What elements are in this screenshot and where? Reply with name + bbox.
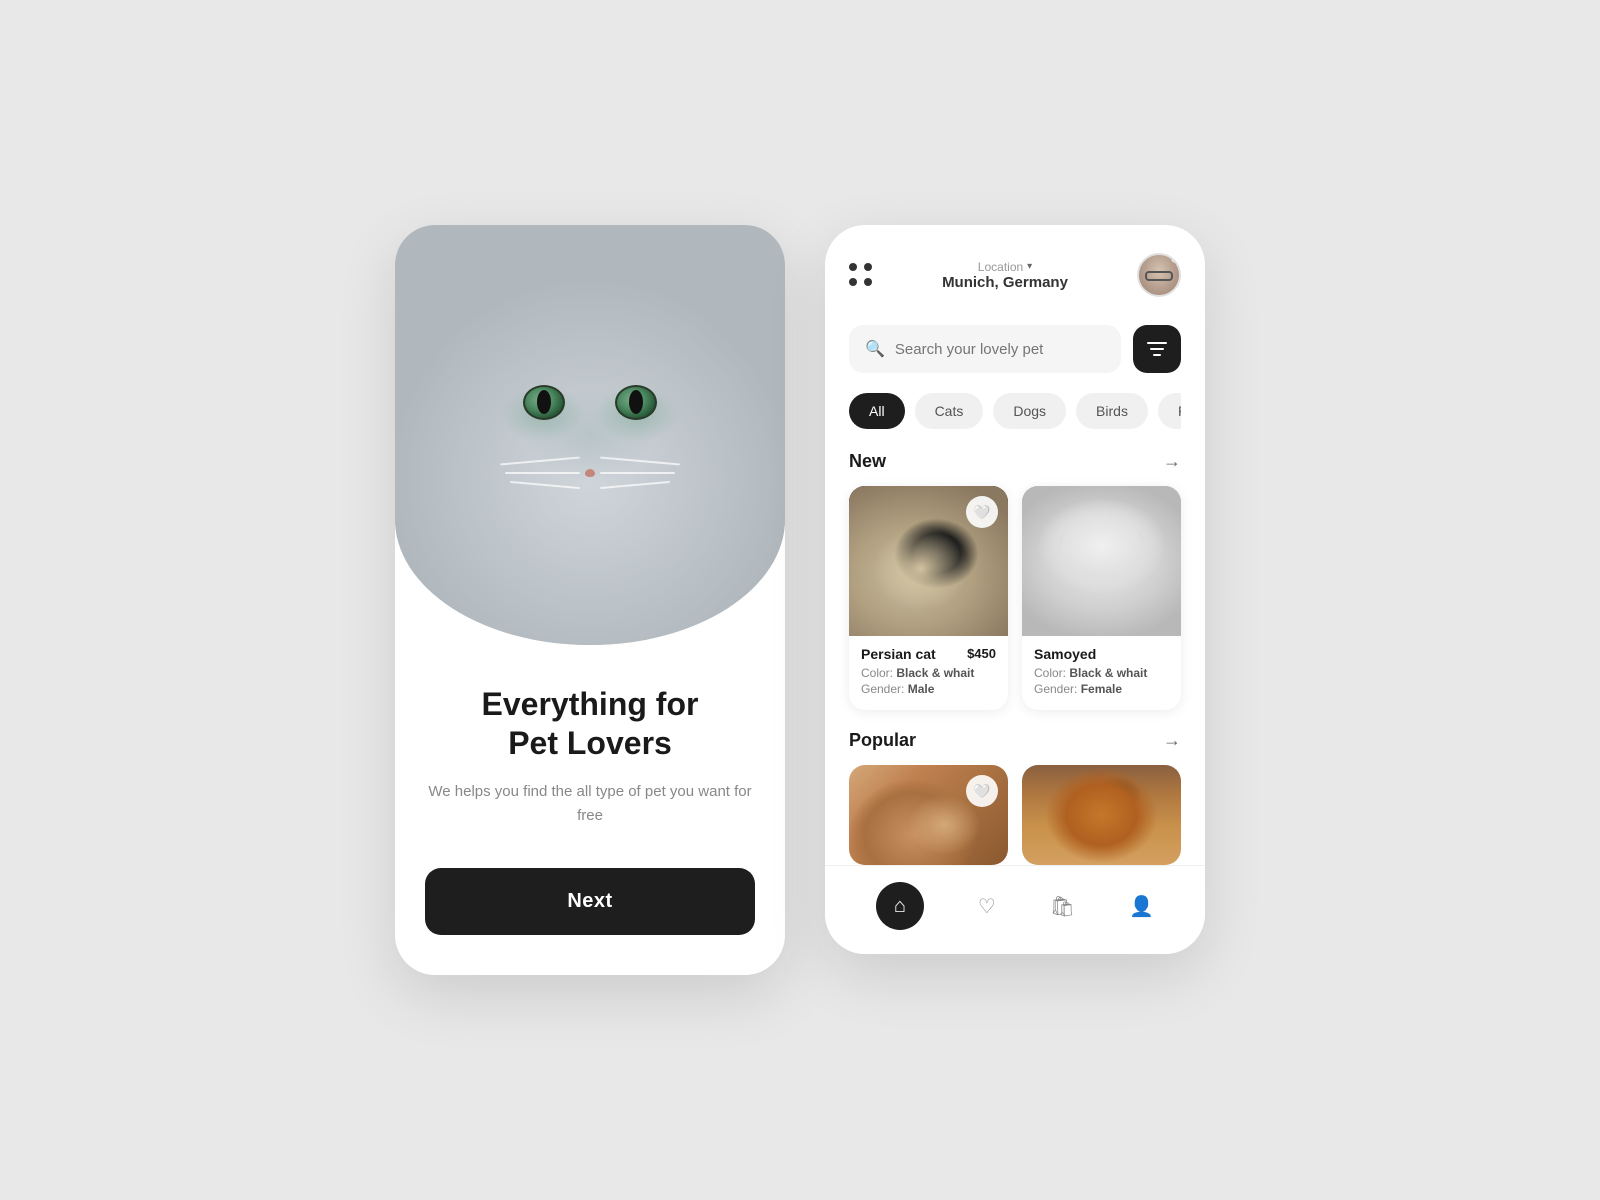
nav-profile[interactable]: 👤	[1129, 894, 1154, 919]
whisker-left-2	[505, 472, 580, 474]
cat-left-eye	[523, 385, 565, 420]
tab-rabbits[interactable]: Rab	[1158, 393, 1181, 429]
popular-cat2-bg	[1022, 765, 1181, 865]
filter-icon	[1147, 342, 1167, 356]
main-title: Everything for Pet Lovers	[425, 685, 755, 762]
popular-section-header: Popular →	[849, 730, 1181, 751]
tab-dogs[interactable]: Dogs	[993, 393, 1066, 429]
popular-pets-grid: 🤍	[849, 765, 1181, 865]
samoyed-name: Samoyed	[1034, 646, 1096, 662]
location-city: Munich, Germany	[873, 274, 1137, 291]
filter-line-1	[1147, 342, 1167, 344]
location-area[interactable]: Location ▾ Munich, Germany	[873, 260, 1137, 291]
menu-dots-button[interactable]	[849, 263, 873, 287]
popular-section-arrow[interactable]: →	[1163, 730, 1181, 751]
samoyed-gender: Gender: Female	[1034, 682, 1169, 696]
samoyed-top-row: Samoyed	[1034, 646, 1169, 662]
popular-pet-card-2	[1022, 765, 1181, 865]
tab-all[interactable]: All	[849, 393, 905, 429]
nav-home[interactable]: ⌂	[876, 882, 924, 930]
filter-button[interactable]	[1133, 325, 1181, 373]
main-screen-content: Location ▾ Munich, Germany 🔍	[825, 225, 1205, 865]
popular-pet-1-heart-button[interactable]: 🤍	[966, 775, 998, 807]
chevron-down-icon: ▾	[1027, 261, 1032, 272]
dot-1	[849, 263, 857, 271]
person-icon: 👤	[1129, 894, 1154, 919]
popular-section-title: Popular	[849, 730, 916, 751]
main-screen: Location ▾ Munich, Germany 🔍	[825, 225, 1205, 954]
popular-pet-card-1: 🤍	[849, 765, 1008, 865]
persian-cat-heart-button[interactable]: 🤍	[966, 496, 998, 528]
onboarding-subtitle: We helps you find the all type of pet yo…	[425, 780, 755, 828]
tab-cats[interactable]: Cats	[915, 393, 984, 429]
new-section-arrow[interactable]: →	[1163, 451, 1181, 472]
home-icon: ⌂	[894, 895, 906, 918]
pet-card-persian: 🤍 Persian cat $450 Color: Black & whait …	[849, 486, 1008, 710]
persian-cat-color: Color: Black & whait	[861, 666, 996, 680]
dot-3	[849, 278, 857, 286]
whisker-right-2	[600, 472, 675, 474]
home-icon-bg: ⌂	[876, 882, 924, 930]
samoyed-image	[1022, 486, 1181, 636]
cat-face	[395, 225, 785, 645]
app-container: Everything for Pet Lovers We helps you f…	[335, 165, 1265, 1035]
bottom-navigation: ⌂ ♡ 🛍 👤	[825, 865, 1205, 954]
search-bar: 🔍	[849, 325, 1181, 373]
persian-cat-name: Persian cat	[861, 646, 936, 662]
search-input-wrapper[interactable]: 🔍	[849, 325, 1121, 373]
next-button[interactable]: Next	[425, 868, 755, 935]
persian-cat-image: 🤍	[849, 486, 1008, 636]
category-tabs: All Cats Dogs Birds Rab	[849, 393, 1181, 429]
filter-line-3	[1153, 354, 1161, 356]
new-pets-grid: 🤍 Persian cat $450 Color: Black & whait …	[849, 486, 1181, 710]
samoyed-color: Color: Black & whait	[1034, 666, 1169, 680]
filter-line-2	[1150, 348, 1164, 350]
onboarding-screen: Everything for Pet Lovers We helps you f…	[395, 225, 785, 975]
pet-card-samoyed: Samoyed Color: Black & whait Gender: Fem…	[1022, 486, 1181, 710]
new-section-header: New →	[849, 451, 1181, 472]
search-icon: 🔍	[865, 339, 885, 359]
persian-cat-info: Persian cat $450 Color: Black & whait Ge…	[849, 636, 1008, 710]
bag-icon: 🛍	[1050, 894, 1075, 919]
persian-cat-price: $450	[967, 646, 996, 661]
avatar-glasses	[1145, 271, 1173, 281]
app-header: Location ▾ Munich, Germany	[849, 253, 1181, 297]
nav-shop[interactable]: 🛍	[1050, 894, 1075, 919]
notification-dot	[1171, 253, 1181, 263]
nav-favorites[interactable]: ♡	[978, 894, 996, 919]
persian-cat-gender: Gender: Male	[861, 682, 996, 696]
persian-cat-top-row: Persian cat $450	[861, 646, 996, 662]
heart-icon: ♡	[978, 894, 996, 919]
tab-birds[interactable]: Birds	[1076, 393, 1148, 429]
cat-hero-image	[395, 225, 785, 645]
search-input[interactable]	[895, 341, 1105, 358]
dot-4	[864, 278, 872, 286]
samoyed-bg	[1022, 486, 1181, 636]
cat-nose	[585, 469, 595, 477]
avatar[interactable]	[1137, 253, 1181, 297]
cat-right-eye	[615, 385, 657, 420]
location-label: Location ▾	[873, 260, 1137, 274]
onboarding-content: Everything for Pet Lovers We helps you f…	[395, 645, 785, 975]
samoyed-info: Samoyed Color: Black & whait Gender: Fem…	[1022, 636, 1181, 710]
dot-2	[864, 263, 872, 271]
cat-eyes	[523, 385, 657, 420]
new-section-title: New	[849, 451, 886, 472]
